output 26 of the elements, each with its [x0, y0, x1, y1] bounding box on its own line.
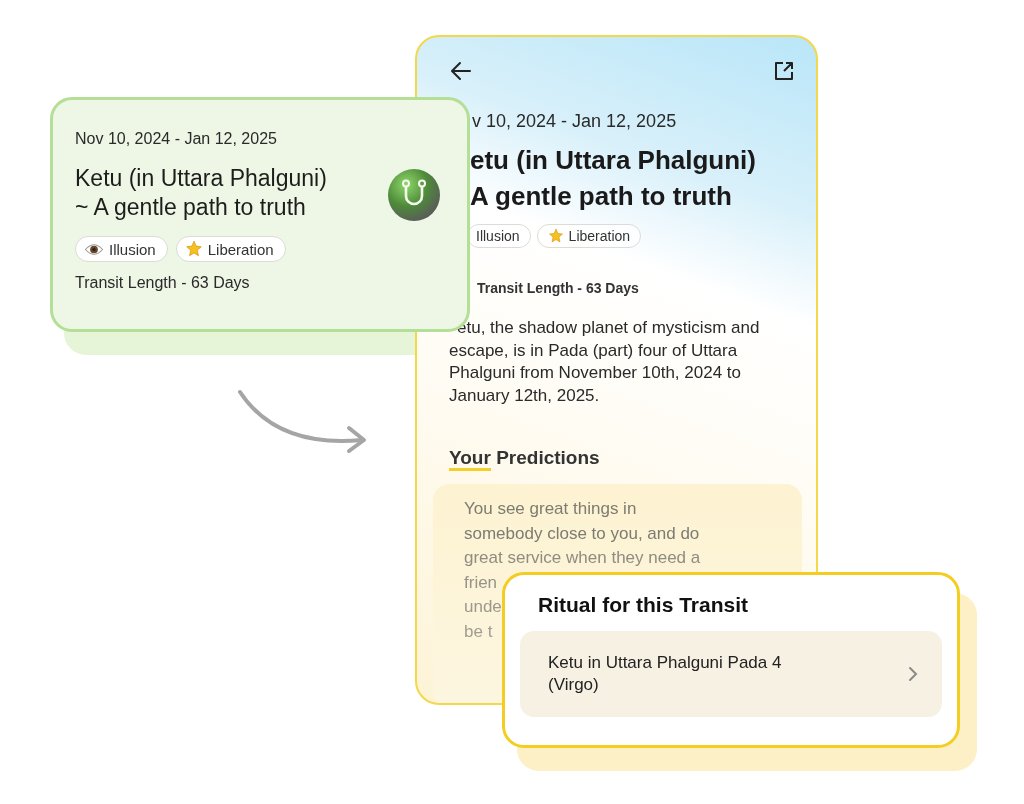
- transit-length: Transit Length - 63 Days: [477, 280, 640, 296]
- share-icon[interactable]: [774, 61, 794, 81]
- transit-length: Transit Length - 63 Days: [75, 274, 251, 292]
- section-heading: Your Predictions: [449, 447, 816, 469]
- prediction-text: be t: [464, 620, 493, 643]
- chevron-right-icon: [908, 666, 918, 682]
- prediction-text: You see great things in: [464, 498, 637, 520]
- date-range: Nov 10, 2024 - Jan 12, 2025: [75, 130, 278, 148]
- card-title: Ritual for this Transit: [538, 593, 750, 617]
- ritual-item[interactable]: Ketu in Uttara Phalguni Pada 4 (Virgo): [520, 631, 942, 717]
- horseshoe-orb-icon: [387, 168, 441, 222]
- transit-title: etu (in Uttara Phalguni) A gentle path to truth: [470, 144, 757, 213]
- prediction-text: great service when they need a: [464, 547, 701, 569]
- sparkle-icon: [547, 228, 564, 244]
- transit-title: Ketu (in Uttara Phalguni) ~ A gentle path to truth: [75, 164, 328, 222]
- tag-chip: Liberation: [536, 224, 642, 248]
- back-arrow-icon[interactable]: [450, 61, 472, 81]
- prediction-text: unde: [464, 596, 502, 618]
- eye-icon: [84, 241, 104, 257]
- prediction-text: frien: [464, 571, 498, 594]
- sparkle-icon: [184, 240, 203, 258]
- prediction-text: somebody close to you, and do: [464, 522, 700, 545]
- tag-chip: Liberation: [175, 236, 286, 262]
- tag-chip: Illusion: [75, 236, 168, 262]
- date-range: v 10, 2024 - Jan 12, 2025: [472, 111, 678, 132]
- tag-chip: Illusion: [467, 224, 531, 248]
